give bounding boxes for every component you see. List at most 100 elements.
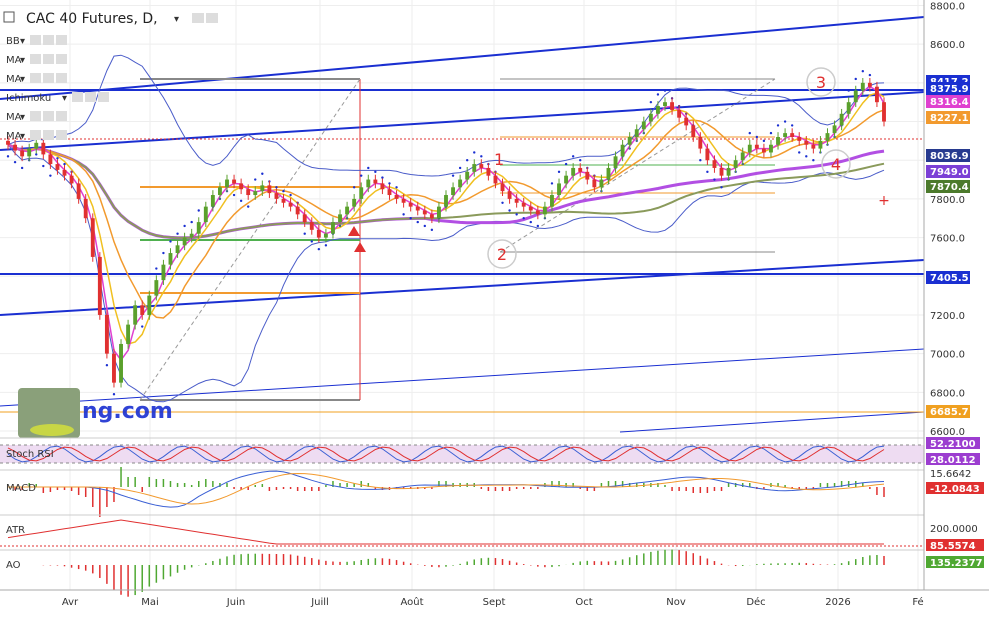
price-tick-label: 7200.0 [930, 311, 965, 322]
candle-body [274, 193, 279, 199]
sar-dot [409, 217, 412, 220]
watermark-text: ng.com [82, 399, 173, 424]
price-tick-label: 8600.0 [930, 40, 965, 51]
atr-label: ATR [6, 525, 25, 536]
sar-dot [303, 232, 306, 235]
candle-body [719, 167, 724, 176]
sar-dot [480, 155, 483, 158]
candle-body [550, 195, 554, 207]
sar-dot [246, 205, 250, 208]
indicator-eye-icon [30, 35, 41, 45]
candle-body [648, 113, 653, 122]
sar-dot [550, 182, 554, 185]
candle-body [302, 214, 307, 223]
candle-body [528, 206, 533, 211]
candle-body [401, 198, 406, 203]
sar-dot [282, 189, 285, 193]
candle-body [444, 195, 448, 207]
price-tag-label: 8375.9 [930, 84, 969, 95]
annotation-3: 3 [816, 73, 826, 92]
chart-title: CAC 40 Futures, D, [26, 11, 158, 27]
time-tick-label: Oct [575, 597, 592, 608]
candle-body [104, 314, 109, 354]
candle-body [698, 137, 703, 149]
sar-dot [458, 166, 462, 170]
sar-dot [706, 170, 709, 174]
sar-dot [310, 240, 313, 243]
sar-dot [155, 267, 158, 270]
candle-body [634, 129, 639, 137]
candle-body [804, 140, 809, 145]
candle-body [507, 191, 512, 199]
candle-body [352, 198, 357, 207]
sar-dot [49, 174, 52, 177]
candle-body [839, 113, 844, 126]
sar-dot [176, 232, 179, 235]
indicator-chevron-icon: ▾ [20, 131, 25, 142]
indicator-close-icon [56, 54, 67, 64]
sar-dot [755, 135, 759, 139]
time-tick-label: Avr [62, 597, 79, 608]
stoch-label: Stoch RSI [6, 449, 54, 460]
price-tag-label: 7949.0 [930, 167, 969, 178]
sar-dot [812, 159, 815, 162]
candle-body [747, 144, 752, 153]
candle-body [436, 206, 441, 219]
candle-body [217, 187, 222, 196]
time-tick-label: Mai [141, 597, 159, 608]
sar-dot [56, 157, 59, 160]
candle-body [684, 117, 689, 126]
candle-body [514, 198, 519, 203]
sar-dot [508, 209, 511, 212]
sar-dot [105, 364, 109, 367]
ao-label: AO [6, 560, 21, 571]
candle-body [41, 142, 46, 155]
candle-body [126, 324, 131, 344]
candle-body [323, 233, 328, 238]
candle-body [429, 214, 434, 219]
sar-dot [656, 93, 660, 96]
time-tick-label: Déc [746, 596, 765, 608]
candle-body [479, 164, 484, 168]
candle-body [267, 185, 272, 194]
indicator-chevron-icon: ▾ [20, 112, 25, 123]
sar-dot [571, 155, 575, 158]
sar-dot [762, 139, 766, 143]
sar-dot [473, 151, 476, 154]
candle-body [97, 256, 102, 315]
sar-dot [169, 240, 172, 243]
price-tick-label: 7600.0 [930, 234, 965, 245]
candle-body [366, 179, 371, 188]
gear-icon[interactable] [206, 13, 218, 23]
candle-body [853, 90, 858, 103]
annotation-1: 1 [494, 150, 504, 169]
candle-body [472, 164, 477, 172]
indicator-gear-icon [43, 111, 54, 121]
candle-body [726, 167, 731, 176]
sar-dot [112, 393, 116, 396]
sar-dot [557, 170, 561, 174]
time-tick-label: Août [400, 596, 423, 608]
annotation-2: 2 [497, 245, 507, 264]
sar-dot [367, 166, 370, 170]
sar-dot [63, 162, 66, 166]
candle-body [210, 195, 215, 207]
candle-body [620, 144, 625, 157]
title-chevron-icon[interactable]: ▾ [174, 14, 179, 25]
candle-body [189, 233, 194, 238]
indicator-close-icon [56, 111, 67, 121]
candle-body [260, 185, 265, 192]
eye-icon[interactable] [192, 13, 204, 23]
time-tick-label: 2026 [825, 597, 850, 608]
candle-body [769, 144, 773, 153]
candle-body [677, 109, 682, 118]
sar-dot [720, 186, 723, 189]
indicator-eye-icon [30, 73, 41, 83]
candle-body [281, 198, 286, 203]
candle-body [705, 148, 710, 161]
sar-dot [20, 166, 24, 170]
candle-body [140, 305, 145, 315]
candle-body [655, 106, 660, 114]
candle-body [670, 102, 675, 110]
candle-body [627, 137, 632, 145]
